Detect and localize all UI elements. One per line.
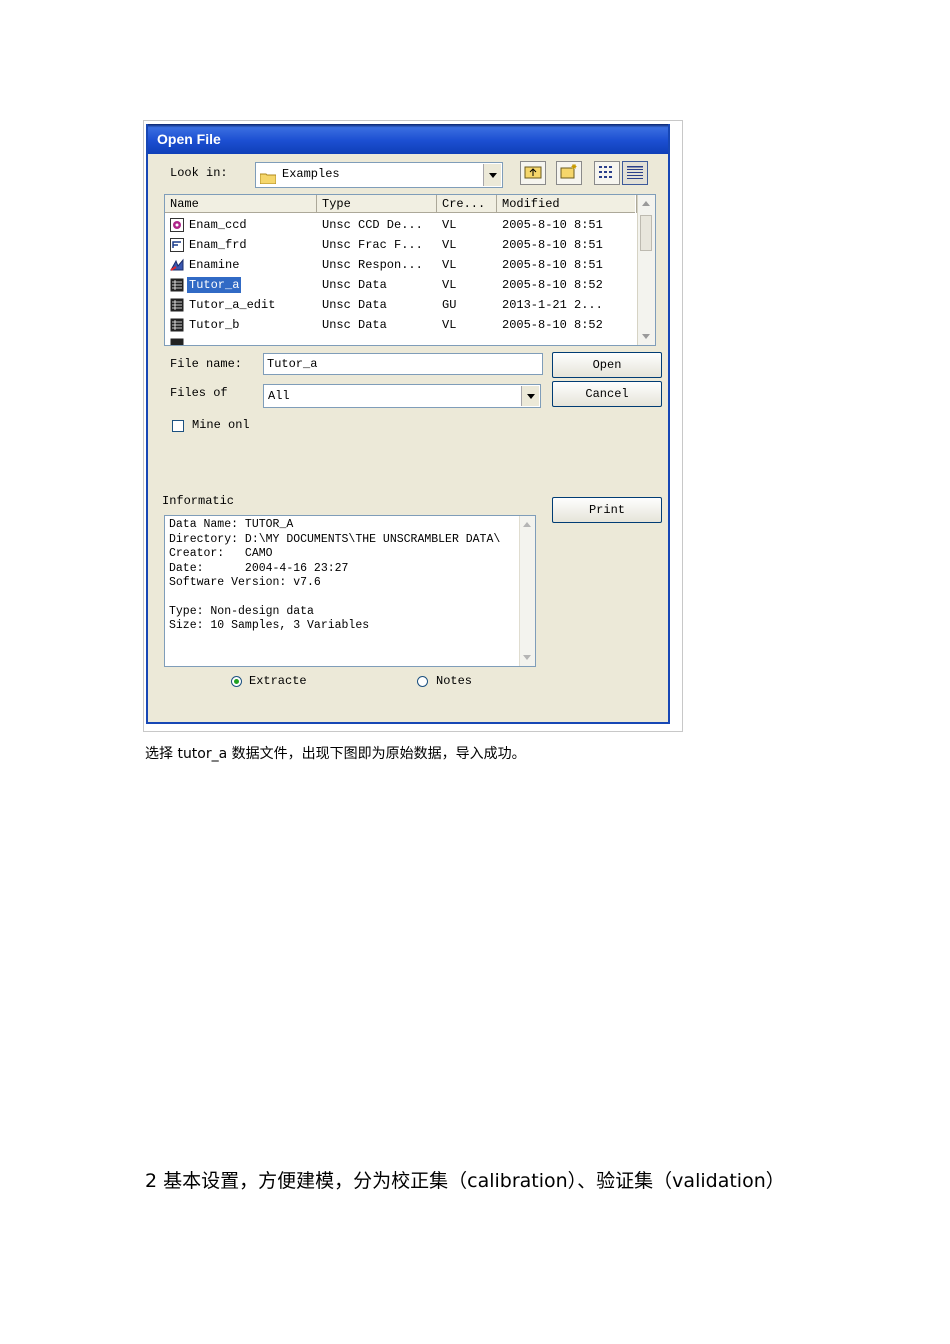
file-list-header: Name Type Cre... Modified: [165, 195, 637, 213]
file-row[interactable]: Tutor_b Unsc Data VL 2005-8-10 8:52: [165, 315, 635, 335]
caption-text: 选择 tutor_a 数据文件，出现下图即为原始数据，导入成功。: [145, 746, 526, 762]
mine-only-checkbox[interactable]: [172, 420, 184, 432]
list-view-button[interactable]: [594, 161, 620, 185]
scroll-down-icon[interactable]: [523, 655, 531, 660]
file-creator: VL: [442, 318, 457, 332]
details-view-icon: [626, 164, 644, 183]
new-folder-button[interactable]: [556, 161, 582, 185]
extracted-radio-label: Extracte: [249, 674, 307, 688]
up-folder-icon: [524, 164, 542, 183]
look-in-value: Examples: [282, 167, 340, 181]
info-line: Software Version: v7.6: [169, 576, 321, 589]
file-type: Unsc CCD De...: [322, 218, 423, 232]
file-type: Unsc Data: [322, 318, 387, 332]
chevron-down-icon[interactable]: [483, 164, 501, 186]
file-modified: 2005-8-10 8:51: [502, 258, 603, 272]
column-modified[interactable]: Modified: [497, 195, 637, 213]
file-list-scrollbar[interactable]: [637, 195, 655, 345]
file-row-partial[interactable]: [165, 335, 635, 345]
file-name: Enam_frd: [189, 238, 247, 252]
cancel-button[interactable]: Cancel: [552, 381, 662, 407]
info-line: Size: 10 Samples, 3 Variables: [169, 619, 370, 632]
info-line: Creator: CAMO: [169, 547, 273, 560]
file-modified: 2005-8-10 8:52: [502, 318, 603, 332]
column-creator[interactable]: Cre...: [437, 195, 497, 213]
file-name: Tutor_a_edit: [189, 298, 276, 312]
file-type: Unsc Frac F...: [322, 238, 423, 252]
information-panel: Data Name: TUTOR_A Directory: D:\MY DOCU…: [164, 515, 536, 667]
file-type: Unsc Data: [322, 298, 387, 312]
data-file-icon: [170, 277, 184, 292]
files-of-value: All: [268, 389, 290, 403]
open-button[interactable]: Open: [552, 352, 662, 378]
file-name: Enamine: [189, 258, 240, 272]
file-row[interactable]: Tutor_a_edit Unsc Data GU 2013-1-21 2...: [165, 295, 635, 315]
file-creator: GU: [442, 298, 457, 312]
scroll-up-icon[interactable]: [523, 522, 531, 527]
response-file-icon: [170, 257, 184, 271]
folder-icon: [259, 169, 277, 185]
data-file-icon: [170, 297, 184, 312]
print-button[interactable]: Print: [552, 497, 662, 523]
column-type[interactable]: Type: [317, 195, 437, 213]
file-list[interactable]: Name Type Cre... Modified Enam_ccd Unsc …: [164, 194, 656, 346]
ccd-file-icon: [170, 217, 184, 232]
section-heading: 2 基本设置，方便建模，分为校正集（calibration）、验证集（valid…: [145, 1170, 785, 1192]
scroll-up-icon[interactable]: [642, 201, 650, 206]
info-line: Directory: D:\MY DOCUMENTS\THE UNSCRAMBL…: [169, 533, 501, 546]
notes-radio[interactable]: [417, 676, 428, 687]
file-row[interactable]: Enam_frd Unsc Frac F... VL 2005-8-10 8:5…: [165, 235, 635, 255]
dialog-title: Open File: [148, 124, 668, 154]
scroll-down-icon[interactable]: [642, 334, 650, 339]
open-file-dialog: Open File Look in: Examples Name Type Cr…: [146, 124, 670, 724]
look-in-label: Look in:: [170, 166, 228, 180]
file-type: Unsc Respon...: [322, 258, 423, 272]
new-folder-icon: [560, 163, 578, 183]
data-file-icon: [170, 317, 184, 332]
file-row[interactable]: Enamine Unsc Respon... VL 2005-8-10 8:51: [165, 255, 635, 275]
info-scrollbar[interactable]: [519, 516, 535, 666]
file-creator: VL: [442, 258, 457, 272]
file-name-input[interactable]: [263, 353, 543, 375]
chevron-down-icon[interactable]: [521, 386, 539, 406]
look-in-combo[interactable]: Examples: [255, 162, 503, 188]
column-name[interactable]: Name: [165, 195, 317, 213]
info-line: Date: 2004-4-16 23:27: [169, 562, 349, 575]
file-creator: VL: [442, 278, 457, 292]
scroll-thumb[interactable]: [640, 215, 652, 251]
information-label: Informatic: [162, 494, 235, 508]
file-name-label: File name:: [170, 357, 243, 371]
data-file-icon: [170, 337, 184, 345]
file-creator: VL: [442, 218, 457, 232]
file-row[interactable]: Enam_ccd Unsc CCD De... VL 2005-8-10 8:5…: [165, 215, 635, 235]
files-of-combo[interactable]: All: [263, 384, 541, 408]
file-type: Unsc Data: [322, 278, 387, 292]
file-name: Tutor_a: [187, 277, 242, 293]
frac-file-icon: [170, 237, 184, 252]
file-creator: VL: [442, 238, 457, 252]
up-folder-button[interactable]: [520, 161, 546, 185]
notes-radio-label: Notes: [436, 674, 473, 688]
info-line: Type: Non-design data: [169, 605, 314, 618]
file-name: Tutor_b: [189, 318, 240, 332]
file-name: Enam_ccd: [189, 218, 247, 232]
mine-only-label: Mine onl: [192, 418, 250, 432]
file-modified: 2005-8-10 8:51: [502, 238, 603, 252]
file-row-selected[interactable]: Tutor_a Unsc Data VL 2005-8-10 8:52: [165, 275, 635, 295]
details-view-button[interactable]: [622, 161, 648, 185]
extracted-radio[interactable]: [231, 676, 242, 687]
list-view-icon: [598, 164, 616, 183]
file-modified: 2005-8-10 8:52: [502, 278, 603, 292]
files-of-label: Files of: [170, 386, 228, 400]
file-modified: 2013-1-21 2...: [502, 298, 603, 312]
file-modified: 2005-8-10 8:51: [502, 218, 603, 232]
info-line: Data Name: TUTOR_A: [169, 518, 294, 531]
